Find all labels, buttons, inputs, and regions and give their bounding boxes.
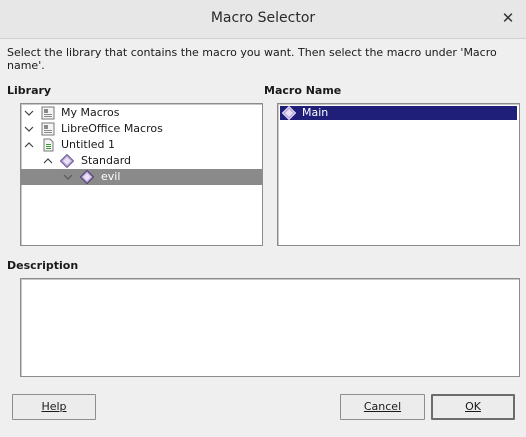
description-field[interactable]	[20, 278, 520, 377]
macro-selector-dialog: Macro Selector ✕ Select the library that…	[0, 0, 526, 437]
cancel-button-label: Cancel	[363, 400, 402, 413]
close-icon[interactable]: ✕	[500, 10, 516, 26]
macro-name-list[interactable]: Main	[277, 103, 520, 246]
window-title: Macro Selector	[210, 10, 316, 26]
tree-item-standard[interactable]: Standard	[21, 153, 262, 169]
chevron-down-icon[interactable]	[23, 121, 35, 137]
macro-name-label: Macro Name	[264, 84, 342, 97]
tree-item-label: My Macros	[61, 106, 120, 119]
tree-item-label: LibreOffice Macros	[61, 122, 163, 135]
help-button[interactable]: Help	[12, 394, 96, 420]
basic-library-icon	[60, 154, 74, 168]
list-item-main[interactable]: Main	[280, 106, 517, 120]
document-icon	[43, 138, 54, 152]
description-label: Description	[7, 259, 79, 272]
library-icon	[41, 122, 55, 136]
tree-item-libreoffice-macros[interactable]: LibreOffice Macros	[21, 121, 262, 137]
tree-item-label: evil	[101, 170, 121, 183]
chevron-down-icon[interactable]	[23, 105, 35, 121]
macro-icon	[282, 106, 296, 120]
library-label: Library	[7, 84, 52, 97]
cancel-button[interactable]: Cancel	[340, 394, 425, 420]
tree-item-label: Standard	[81, 154, 132, 167]
tree-item-label: Untitled 1	[61, 138, 116, 151]
chevron-up-icon[interactable]	[23, 137, 35, 153]
ok-button[interactable]: OK	[431, 394, 515, 420]
titlebar: Macro Selector ✕	[0, 0, 526, 39]
ok-button-label: OK	[465, 400, 481, 413]
instructions-text: Select the library that contains the mac…	[7, 46, 497, 72]
chevron-up-icon[interactable]	[42, 153, 54, 169]
tree-item-my-macros[interactable]: My Macros	[21, 105, 262, 121]
library-tree[interactable]: My Macros LibreOffice Macros Untitled 1 …	[20, 103, 263, 246]
chevron-down-icon[interactable]	[62, 169, 74, 185]
help-button-label: Help	[41, 400, 67, 413]
list-item-label: Main	[302, 106, 329, 119]
tree-item-evil[interactable]: evil	[21, 169, 262, 185]
module-icon	[80, 170, 94, 184]
library-icon	[41, 106, 55, 120]
tree-item-untitled-1[interactable]: Untitled 1	[21, 137, 262, 153]
